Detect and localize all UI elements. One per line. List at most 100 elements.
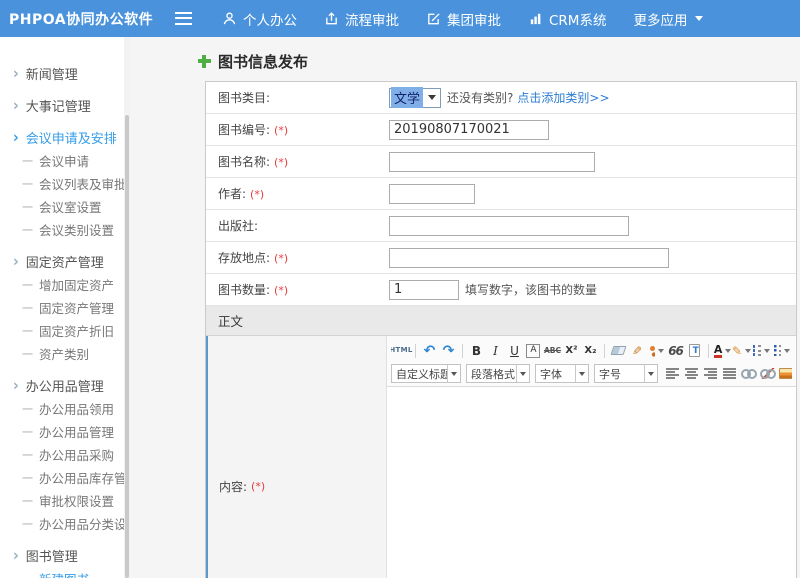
align-right-button[interactable] [702, 364, 719, 383]
underline-button[interactable]: U [506, 341, 523, 360]
font-family-select[interactable]: 字体 [535, 364, 589, 383]
nav-item-label: 个人办公 [243, 9, 297, 29]
dash-bullet-icon: 一 [22, 323, 33, 339]
sidebar-item-label: 会议类别设置 [39, 220, 114, 239]
sidebar-section-meeting[interactable]: ›会议申请及安排 [0, 126, 130, 149]
sidebar-item-label: 增加固定资产 [39, 275, 114, 294]
format-brush-button[interactable]: ✎ [629, 341, 646, 360]
dash-bullet-icon: 一 [22, 176, 33, 192]
book-number-input[interactable] [389, 120, 549, 140]
sidebar-item-meeting-apply[interactable]: 一会议申请 [0, 149, 130, 172]
remove-link-icon [760, 368, 776, 379]
sidebar-item-meeting-list-approval[interactable]: 一会议列表及审批 [0, 172, 130, 195]
font-size-select[interactable]: 字号 [594, 364, 658, 383]
sidebar-section-book-manage[interactable]: ›图书管理 [0, 544, 130, 567]
align-left-button[interactable] [664, 364, 681, 383]
sidebar-item-add-fixed-asset[interactable]: 一增加固定资产 [0, 273, 130, 296]
book-name-input[interactable] [389, 152, 595, 172]
superscript-button[interactable]: X² [563, 341, 580, 360]
editor-content-area[interactable] [387, 387, 796, 578]
content-label: 内容: [219, 478, 247, 495]
hamburger-menu-icon[interactable] [175, 12, 192, 25]
custom-title-select[interactable]: 自定义标题 [391, 364, 461, 383]
blockquote-button[interactable]: 66 [667, 341, 684, 360]
unordered-list-button[interactable] [773, 341, 791, 360]
field-label-text: 作者: [218, 187, 246, 201]
select-value: 字体 [536, 366, 575, 382]
align-justify-button[interactable] [721, 364, 738, 383]
eraser-button[interactable] [610, 341, 627, 360]
required-mark: (*) [274, 124, 288, 137]
form-row-publisher: 出版社: [206, 210, 796, 242]
page-title-text: 图书信息发布 [218, 51, 308, 72]
sidebar-item-new-book[interactable]: 一新建图书 [0, 567, 130, 578]
strikethrough-button[interactable]: ABC [544, 341, 561, 360]
select-dropdown-arrow[interactable] [447, 365, 460, 382]
remove-link-button[interactable] [759, 364, 776, 383]
sidebar-section-office-supplies[interactable]: ›办公用品管理 [0, 374, 130, 397]
nav-item-workflow-approval[interactable]: 流程审批 [324, 9, 399, 29]
nav-item-more-apps[interactable]: 更多应用 [633, 9, 703, 29]
sidebar-item-fixed-asset-depreciation[interactable]: 一固定资产折旧 [0, 319, 130, 342]
select-dropdown-arrow[interactable] [424, 95, 440, 100]
sidebar-item-label: 固定资产折旧 [39, 321, 114, 340]
book-quantity-input[interactable] [389, 280, 459, 300]
sidebar-item-asset-category[interactable]: 一资产类别 [0, 342, 130, 365]
sidebar-section-fixed-assets[interactable]: ›固定资产管理 [0, 250, 130, 273]
select-dropdown-arrow[interactable] [575, 365, 588, 382]
bold-button[interactable]: B [468, 341, 485, 360]
insert-link-icon [741, 368, 757, 379]
insert-link-button[interactable] [740, 364, 757, 383]
form-row-book-name: 图书名称:(*) [206, 146, 796, 178]
select-dropdown-arrow[interactable] [644, 365, 657, 382]
chevron-right-icon: › [13, 96, 19, 114]
book-category-select[interactable]: 文学 [389, 88, 441, 108]
sidebar-item-label: 会议申请 [39, 151, 89, 170]
undo-button[interactable]: ↶ [421, 341, 438, 360]
highlight-pen-button[interactable]: ✎ [733, 341, 750, 360]
nav-item-group-approval[interactable]: 集团审批 [426, 9, 501, 29]
sidebar-item-meeting-room-setting[interactable]: 一会议室设置 [0, 195, 130, 218]
brand-logo[interactable]: PHPOA协同办公软件 [0, 9, 175, 29]
subscript-button[interactable]: X₂ [582, 341, 599, 360]
add-category-link[interactable]: 点击添加类别>> [517, 89, 609, 106]
sidebar-item-supplies-claim[interactable]: 一办公用品领用 [0, 397, 130, 420]
sidebar-item-approval-permission-setting[interactable]: 一审批权限设置 [0, 489, 130, 512]
sidebar-section-memorabilia[interactable]: ›大事记管理 [0, 94, 130, 117]
editor-toolbar: HTML↶↷BIUAABCX²X₂✎66A✎ 自定义标题段落格式字体字号 [387, 336, 796, 387]
phpoa-app-window: PHPOA协同办公软件 个人办公 流程审批 集团审批 CRM系统 [0, 0, 800, 578]
sidebar-item-label: 固定资产管理 [39, 298, 114, 317]
select-value: 段落格式 [467, 366, 516, 382]
redo-button[interactable]: ↷ [440, 341, 457, 360]
nav-item-personal-office[interactable]: 个人办公 [222, 9, 297, 29]
sidebar-item-supplies-stock-manage[interactable]: 一办公用品库存管理 [0, 466, 130, 489]
publisher-input[interactable] [389, 216, 629, 236]
ordered-list-button[interactable] [752, 341, 770, 360]
sidebar-item-meeting-type-setting[interactable]: 一会议类别设置 [0, 218, 130, 241]
align-right-icon [704, 368, 717, 379]
paste-text-button[interactable] [686, 341, 703, 360]
blockquote-icon: 66 [668, 345, 683, 357]
sidebar-item-supplies-category-setting[interactable]: 一办公用品分类设置 [0, 512, 130, 535]
toolbar-separator [462, 344, 463, 358]
sidebar-item-fixed-asset-manage[interactable]: 一固定资产管理 [0, 296, 130, 319]
align-center-button[interactable] [683, 364, 700, 383]
author-input[interactable] [389, 184, 475, 204]
sidebar-item-supplies-manage[interactable]: 一办公用品管理 [0, 420, 130, 443]
italic-button[interactable]: I [487, 341, 504, 360]
field-cell: 文学还没有类别?点击添加类别>> [386, 88, 796, 108]
storage-location-input[interactable] [389, 248, 669, 268]
sidebar-item-supplies-purchase[interactable]: 一办公用品采购 [0, 443, 130, 466]
sidebar-scrollbar-thumb[interactable] [125, 115, 129, 578]
select-dropdown-arrow[interactable] [516, 365, 529, 382]
font-border-button[interactable]: A [525, 341, 542, 360]
paint-format-button[interactable] [648, 341, 665, 360]
insert-image-button[interactable] [778, 364, 792, 383]
caret-down-icon [764, 349, 770, 353]
font-color-button[interactable]: A [714, 341, 731, 360]
paragraph-format-select[interactable]: 段落格式 [466, 364, 530, 383]
sidebar-section-news[interactable]: ›新闻管理 [0, 62, 130, 85]
nav-item-crm-system[interactable]: CRM系统 [528, 9, 606, 29]
bold-icon: B [472, 345, 481, 357]
html-source-button[interactable]: HTML [392, 341, 410, 360]
